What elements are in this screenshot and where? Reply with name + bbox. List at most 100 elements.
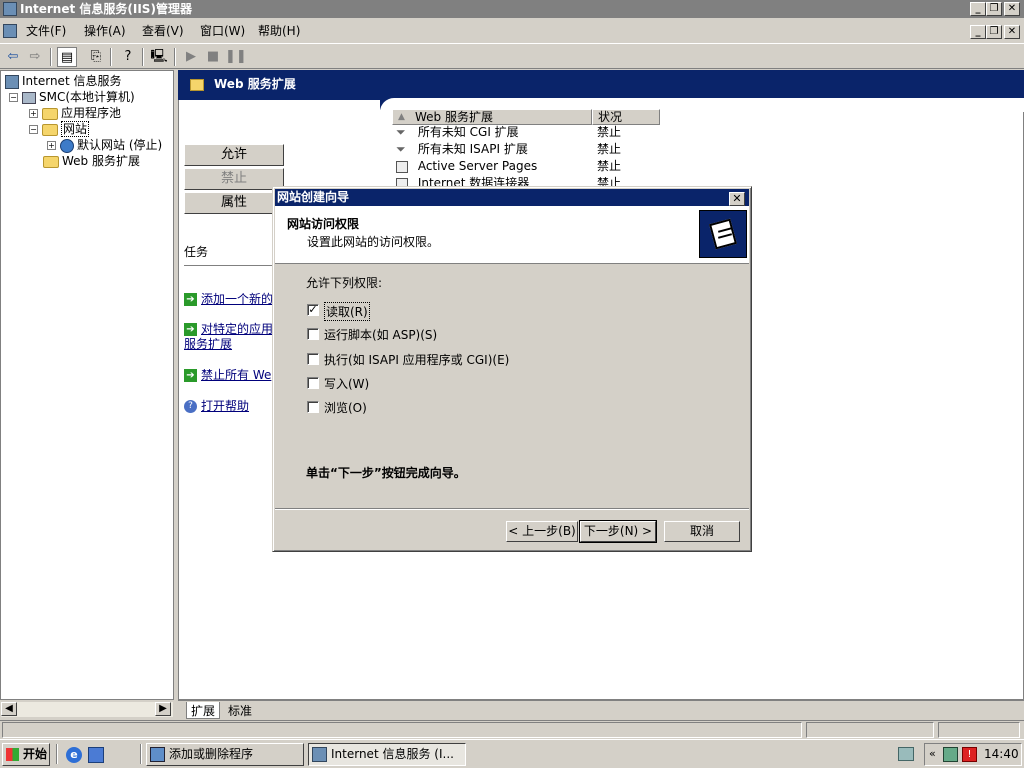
col-header-ext-label: Web 服务扩展 [415,110,493,124]
list-item-name: 所有未知 CGI 扩展 [417,125,519,139]
list-item-status: 禁止 [597,125,622,139]
cancel-button[interactable]: 取消 [664,521,740,542]
network-icon[interactable] [898,747,914,761]
allow-button[interactable]: 允许 [184,144,284,166]
write-checkbox[interactable] [307,377,319,389]
scroll-left-icon[interactable]: ◀ [1,702,17,716]
list-item[interactable]: ⏷ 所有未知 ISAPI 扩展 [396,141,528,158]
collapse-icon[interactable]: − [29,125,38,134]
taskbar-item-iis[interactable]: Internet 信息服务 (I... [308,743,466,766]
back-arrow-icon[interactable]: ⇦ [3,47,23,67]
menu-window[interactable]: 窗口(W) [200,20,245,42]
execute-label[interactable]: 执行(如 ISAPI 应用程序或 CGI)(E) [324,351,509,368]
scroll-right-icon[interactable]: ▶ [155,702,171,716]
child-restore-button[interactable]: ❐ [986,25,1002,39]
task-deny-all[interactable]: ➔ 禁止所有 We [184,366,271,383]
menu-bar: 文件(F) 操作(A) 查看(V) 窗口(W) 帮助(H) [0,20,1024,42]
minimize-button[interactable]: _ [970,2,986,16]
close-button[interactable]: ✕ [1004,2,1020,16]
task-add-ext[interactable]: ➔ 添加一个新的 [184,290,273,307]
expand-icon[interactable]: + [47,141,56,150]
toolbar-separator [142,48,144,66]
execute-checkbox[interactable] [307,353,319,365]
status-bar [0,720,1024,738]
list-item[interactable]: ⏷ 所有未知 CGI 扩展 [396,124,519,141]
start-button[interactable]: 开始 [2,743,50,766]
run-scripts-label[interactable]: 运行脚本(如 ASP)(S) [324,326,437,343]
iis-icon [5,74,19,89]
tray-app-icon[interactable] [943,747,958,762]
status-pane [938,722,1020,738]
task-allow-app-link-cont[interactable]: 服务扩展 [184,335,232,352]
forward-arrow-icon[interactable]: ⇨ [25,47,45,67]
write-label[interactable]: 写入(W) [324,375,369,392]
list-item-name: Active Server Pages [417,159,538,173]
tab-standard[interactable]: 标准 [224,702,256,719]
menu-action[interactable]: 操作(A) [84,20,126,42]
task-deny-all-link[interactable]: 禁止所有 We [201,368,271,382]
taskbar-item-add-remove[interactable]: 添加或删除程序 [146,743,304,766]
ie-icon[interactable]: e [66,747,82,763]
wizard-hint: 单击“下一步”按钮完成向导。 [306,466,466,480]
menu-help[interactable]: 帮助(H) [258,20,300,42]
properties-button[interactable]: 属性 [184,192,284,214]
tree-root[interactable]: Internet 信息服务 [5,73,121,89]
dialog-close-button[interactable]: ✕ [729,192,745,206]
task-open-help-link[interactable]: 打开帮助 [201,399,249,413]
computer-icon[interactable]: 🖳 [149,47,169,67]
tray-alert-icon[interactable]: ! [962,747,977,762]
tree-hscrollbar[interactable]: ◀ ▶ [1,701,173,717]
tab-extended[interactable]: 扩展 [186,702,221,719]
child-minimize-button[interactable]: _ [970,25,986,39]
help-icon[interactable]: ? [118,47,138,67]
tree-default-site-label: 默认网站 (停止) [77,138,163,152]
menu-view[interactable]: 查看(V) [142,20,184,42]
chevron-left-icon[interactable]: « [929,747,936,760]
list-item[interactable]: Active Server Pages [396,158,537,175]
expand-icon[interactable]: + [29,109,38,118]
read-label[interactable]: 读取(R) [324,302,370,321]
pause-icon[interactable]: ❚❚ [225,47,247,67]
run-scripts-checkbox[interactable] [307,328,319,340]
clock[interactable]: 14:40 [984,747,1019,761]
green-arrow-icon: ➔ [184,369,197,382]
tree-web-ext[interactable]: Web 服务扩展 [43,153,140,169]
system-tray: « ! 14:40 [924,743,1022,766]
menu-file[interactable]: 文件(F) [26,20,66,42]
task-open-help[interactable]: ? 打开帮助 [184,397,249,414]
sort-asc-icon: ▲ [398,112,405,122]
tree-app-pools[interactable]: + 应用程序池 [29,105,121,121]
col-header-status-label: 状况 [598,110,623,124]
list-item-name: 所有未知 ISAPI 扩展 [417,142,528,156]
back-button[interactable]: < 上一步(B) [506,521,578,542]
read-checkbox[interactable]: ✓ [307,304,319,316]
next-button[interactable]: 下一步(N) > [579,520,657,543]
tree-websites[interactable]: − 网站 [29,121,90,137]
task-allow-app-link[interactable]: 对特定的应用 [201,322,273,336]
collapse-icon[interactable]: − [9,93,18,102]
tree-computer-label: SMC(本地计算机) [39,90,135,104]
restore-button[interactable]: ❐ [986,2,1002,16]
show-console-tree-icon[interactable]: ▤ [57,47,77,67]
export-list-icon[interactable]: ⎘ [86,47,106,67]
iis-app-icon [3,2,17,16]
deny-button[interactable]: 禁止 [184,168,284,190]
play-icon[interactable]: ▶ [181,47,201,67]
tasks-divider [184,265,274,266]
browse-label[interactable]: 浏览(O) [324,399,367,416]
col-header-ext[interactable]: ▲ Web 服务扩展 [392,109,592,125]
mmc-icon [3,24,17,38]
task-add-ext-link[interactable]: 添加一个新的 [201,292,273,306]
stop-icon[interactable]: ■ [203,47,223,67]
tree-computer[interactable]: − SMC(本地计算机) [9,89,135,105]
list-item-status: 禁止 [597,142,622,156]
child-close-button[interactable]: ✕ [1004,25,1020,39]
col-header-status[interactable]: 状况 [592,109,660,125]
toolbar-separator [174,48,176,66]
dialog-heading: 网站访问权限 [287,217,360,231]
tree-root-label: Internet 信息服务 [22,74,122,88]
tree-default-site[interactable]: + 默认网站 (停止) [47,137,162,153]
show-desktop-icon[interactable] [88,747,104,763]
browse-checkbox[interactable] [307,401,319,413]
taskbar: 开始 e 添加或删除程序 Internet 信息服务 (I... « ! 14:… [0,739,1024,768]
